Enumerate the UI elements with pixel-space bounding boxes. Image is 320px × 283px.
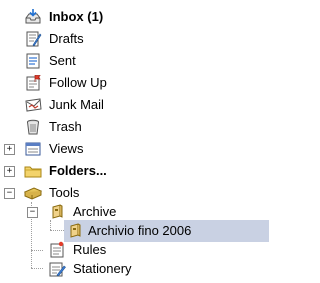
views-label: Views (49, 141, 84, 156)
drafts-label: Drafts (49, 31, 84, 46)
junk-mail-label: Junk Mail (49, 97, 104, 112)
trash-icon (24, 118, 42, 136)
folder-item-junk-mail[interactable]: Junk Mail (0, 94, 269, 116)
inbox-label: Inbox (1) (49, 9, 104, 24)
expand-folders-toggle[interactable]: + (4, 166, 15, 177)
tools-label: Tools (49, 185, 80, 200)
junk-mail-icon (24, 96, 42, 114)
archive-icon (48, 203, 66, 221)
folder-item-sent[interactable]: Sent (0, 50, 269, 72)
folder-item-follow-up[interactable]: Follow Up (0, 72, 269, 94)
stationery-icon (48, 260, 66, 278)
sent-icon (24, 52, 42, 70)
inbox-icon (24, 8, 42, 26)
folder-item-stationery[interactable]: Stationery (0, 258, 269, 280)
rules-icon (48, 241, 66, 259)
folder-icon (24, 162, 42, 180)
views-icon (24, 140, 42, 158)
collapse-tools-toggle[interactable]: − (4, 188, 15, 199)
trash-label: Trash (49, 119, 82, 134)
collapse-archive-toggle[interactable]: − (27, 207, 38, 218)
rules-label: Rules (73, 242, 107, 257)
archivio-fino-2006-label: Archivio fino 2006 (88, 223, 192, 238)
expand-views-toggle[interactable]: + (4, 144, 15, 155)
follow-up-label: Follow Up (49, 75, 107, 90)
folder-item-inbox[interactable]: Inbox (1) (0, 6, 269, 28)
folder-item-trash[interactable]: Trash (0, 116, 269, 138)
stationery-label: Stationery (73, 261, 132, 276)
follow-up-icon (24, 74, 42, 92)
folder-item-folders[interactable]: + Folders... (0, 160, 269, 182)
folder-item-drafts[interactable]: Drafts (0, 28, 269, 50)
folder-item-views[interactable]: + Views (0, 138, 269, 160)
sent-label: Sent (49, 53, 76, 68)
archive-label: Archive (73, 204, 117, 219)
archive-icon (66, 222, 84, 240)
tools-icon (24, 184, 42, 202)
drafts-icon (24, 30, 42, 48)
folders-label: Folders... (49, 163, 107, 178)
